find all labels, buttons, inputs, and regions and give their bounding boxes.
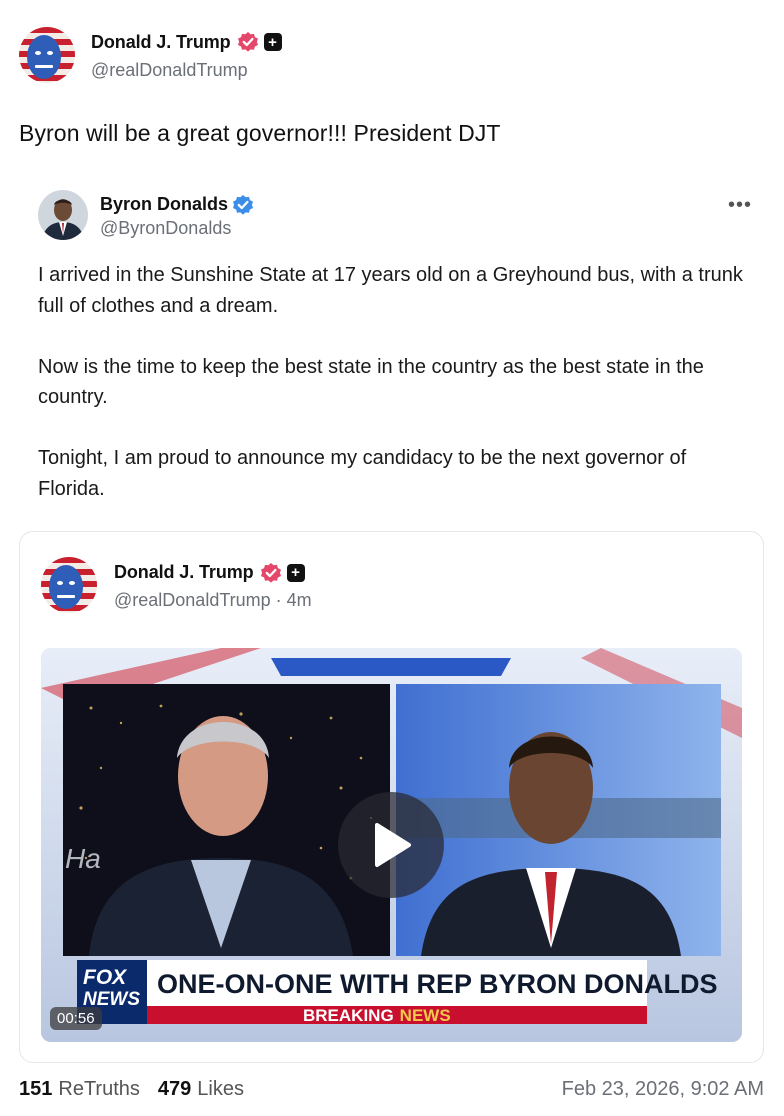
avatar-image <box>41 557 97 613</box>
likes-count: 479 <box>157 1078 192 1100</box>
quoted-post-body: I arrived in the Sunshine State at 17 ye… <box>38 260 758 504</box>
play-button[interactable] <box>338 792 444 898</box>
avatar-image <box>19 27 75 83</box>
embedded-author-handle[interactable]: @realDonaldTrump · 4m <box>114 590 312 611</box>
post-timestamp[interactable]: Feb 23, 2026, 9:02 AM <box>562 1078 764 1101</box>
verified-badge-pink-icon <box>260 562 282 584</box>
likes-label: Likes <box>197 1078 244 1100</box>
avatar[interactable] <box>19 27 75 83</box>
post-header: Donald J. Trump + @realDonaldTrump <box>19 27 282 83</box>
quoted-author-handle[interactable]: @ByronDonalds <box>100 218 254 239</box>
quoted-paragraph: Now is the time to keep the best state i… <box>38 355 704 409</box>
quoted-post[interactable]: Byron Donalds @ByronDonalds ••• I arrive… <box>38 190 758 504</box>
play-icon <box>375 823 411 867</box>
avatar-image <box>38 190 88 240</box>
quoted-paragraph: Tonight, I am proud to announce my candi… <box>38 447 687 500</box>
likes-stat[interactable]: 479 Likes <box>158 1078 244 1101</box>
video-player[interactable]: Ha ONE-ON-ONE WITH REP BYRON DONALDS BRE… <box>41 648 742 1042</box>
quoted-author-name[interactable]: Byron Donalds <box>100 194 228 215</box>
retruths-count: 151 <box>19 1078 53 1100</box>
video-duration: 00:56 <box>50 1007 102 1030</box>
retruths-stat[interactable]: 151 ReTruths <box>19 1078 140 1101</box>
chyron-text: ONE-ON-ONE WITH REP BYRON DONALDS <box>157 969 718 999</box>
avatar[interactable] <box>38 190 88 240</box>
plus-badge-icon: + <box>286 563 305 582</box>
post-text: Byron will be a great governor!!! Presid… <box>19 120 501 146</box>
retruths-label: ReTruths <box>58 1078 140 1100</box>
avatar[interactable] <box>41 557 97 613</box>
network-logo-top: FOX <box>83 966 128 989</box>
embedded-post[interactable]: Donald J. Trump + @realDonaldTrump · 4m <box>19 531 764 1063</box>
bug-text: Ha <box>65 843 101 874</box>
author-name[interactable]: Donald J. Trump <box>91 32 231 53</box>
plus-badge-icon: + <box>263 33 282 51</box>
post-stats: 151 ReTruths 479 Likes Feb 23, 2026, 9:02 … <box>19 1078 764 1101</box>
verified-badge-blue-icon <box>232 194 254 216</box>
quoted-paragraph: I arrived in the Sunshine State at 17 ye… <box>38 264 743 317</box>
verified-badge-pink-icon <box>237 31 259 53</box>
embedded-author-name[interactable]: Donald J. Trump <box>114 562 254 583</box>
banner-text: BREAKING NEWS <box>303 1006 451 1025</box>
more-dots-icon[interactable]: ••• <box>728 195 752 215</box>
author-handle[interactable]: @realDonaldTrump <box>91 60 282 81</box>
